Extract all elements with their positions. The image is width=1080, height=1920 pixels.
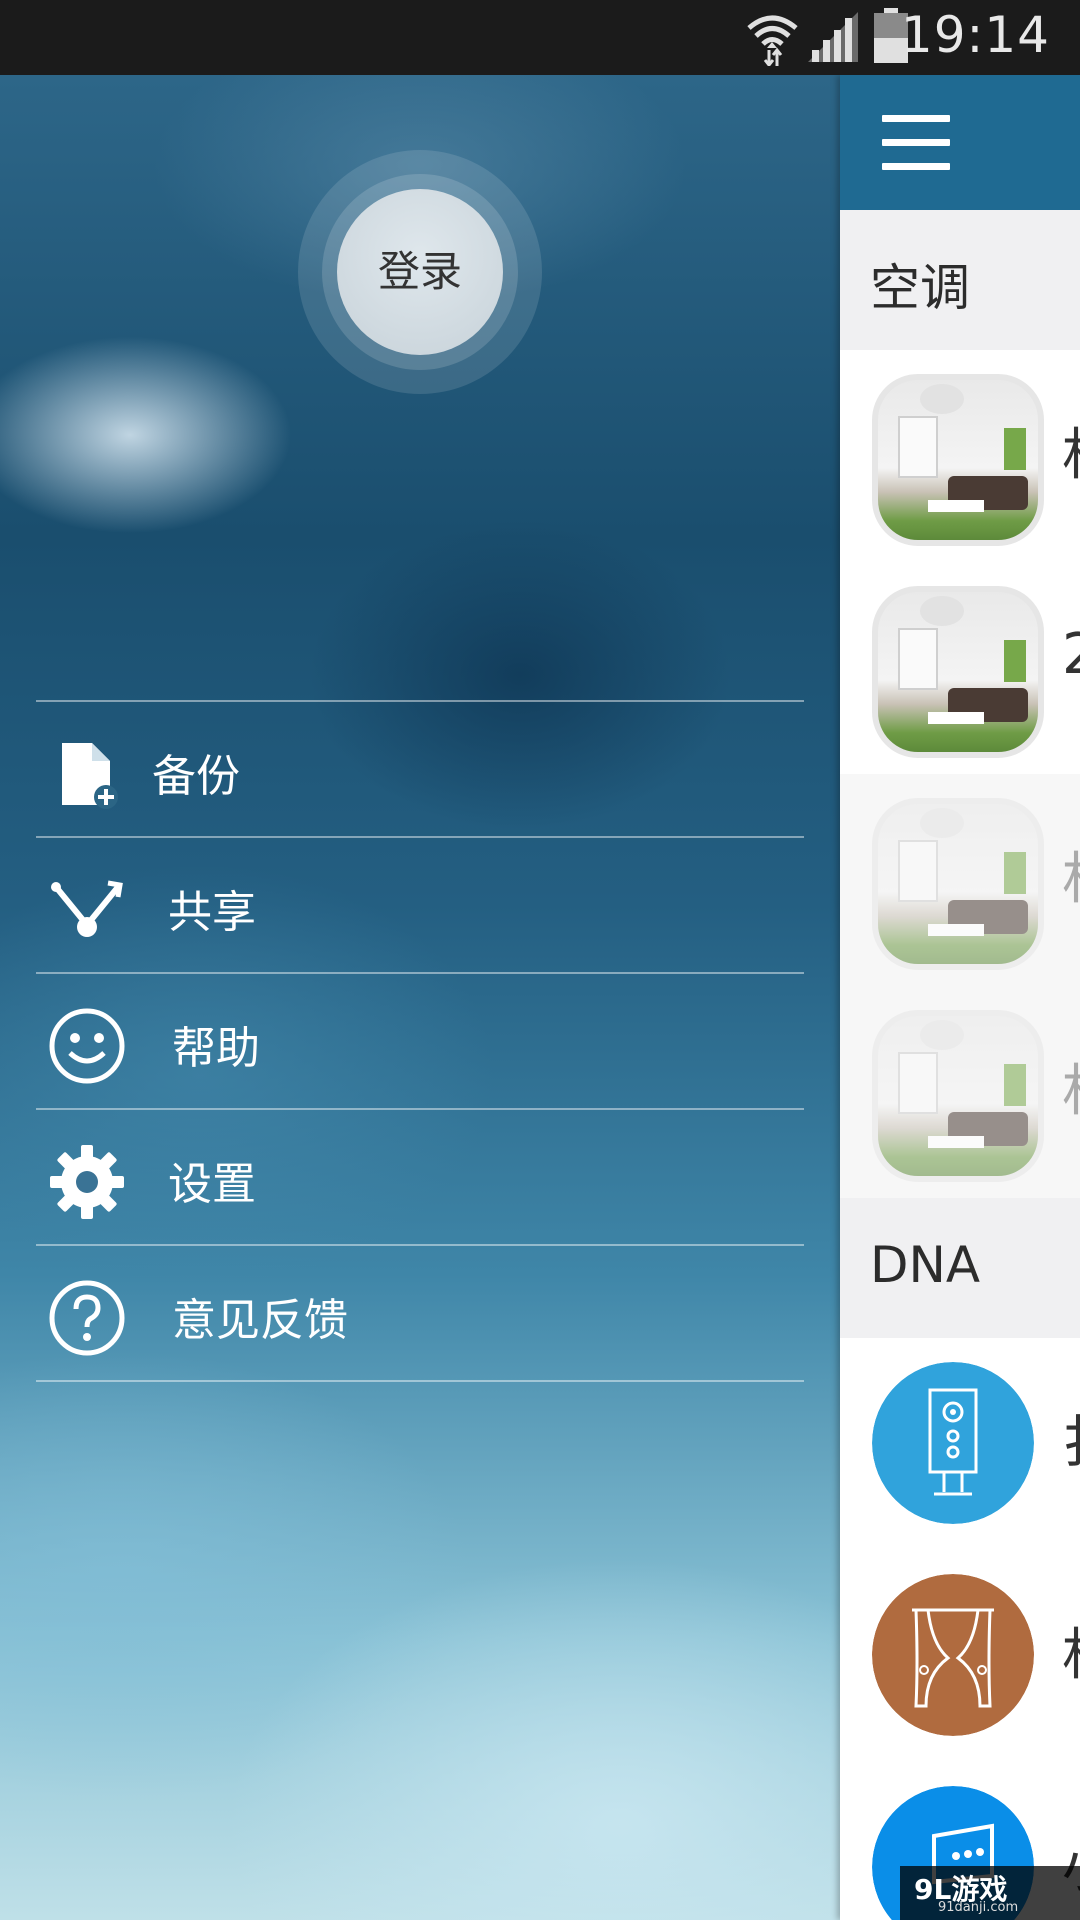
device-row[interactable]: 相	[840, 350, 1080, 564]
device-name-partial: 相	[1062, 1610, 1080, 1691]
room-thumbnail	[872, 586, 1044, 758]
room-thumbnail	[872, 1010, 1044, 1182]
smiley-icon	[49, 1008, 125, 1084]
section-header-dna: DNA	[840, 1198, 1080, 1339]
device-row-offline[interactable]: 相	[840, 774, 1080, 988]
navigation-drawer: 登录 备份 共享 帮助 设置 意见反馈	[0, 75, 840, 1920]
wifi-icon	[747, 15, 798, 66]
section-header-aircon: 空调	[840, 210, 1080, 351]
watermark: 9L游戏 91danji.com	[900, 1866, 1080, 1920]
status-bar: 19:14	[0, 0, 1080, 75]
device-list-panel: 空调 相 2 相 相 DNA	[840, 75, 1080, 1920]
menu-item-feedback[interactable]: 意见反馈	[36, 1246, 804, 1382]
section-title: DNA	[870, 1236, 981, 1294]
menu-label-share: 共享	[168, 887, 256, 938]
device-name-partial: 扌	[1062, 1398, 1080, 1479]
drawer-menu: 备份 共享 帮助 设置 意见反馈	[36, 700, 804, 1382]
device-row[interactable]: 相	[840, 1550, 1080, 1764]
menu-label-backup: 备份	[152, 751, 240, 802]
hamburger-menu-icon[interactable]	[882, 115, 950, 171]
watermark-url: 91danji.com	[938, 1900, 1019, 1915]
menu-label-feedback: 意见反馈	[172, 1295, 348, 1346]
device-name-partial: 2	[1062, 622, 1080, 687]
gear-icon	[50, 1145, 124, 1219]
device-row[interactable]: 2	[840, 562, 1080, 776]
device-row[interactable]: 扌	[840, 1338, 1080, 1552]
device-name-partial: 相	[1062, 410, 1080, 491]
menu-item-backup[interactable]: 备份	[36, 702, 804, 838]
login-button[interactable]: 登录	[337, 189, 503, 355]
menu-label-settings: 设置	[168, 1159, 256, 1210]
menu-item-settings[interactable]: 设置	[36, 1110, 804, 1246]
backup-file-icon	[62, 743, 118, 809]
room-thumbnail	[872, 374, 1044, 546]
question-mark-icon	[49, 1280, 125, 1356]
menu-label-help: 帮助	[172, 1023, 260, 1074]
device-name-partial: 相	[1062, 1046, 1080, 1127]
app-screen: 19:14 登录 备份 共享 帮助 设置 意见反馈 空调 2 DNA 9L游戏 …	[0, 0, 1080, 1920]
room-thumbnail	[872, 798, 1044, 970]
section-title: 空调	[870, 259, 970, 317]
cellular-signal-icon	[808, 12, 858, 62]
curtain-device-icon	[872, 1574, 1034, 1736]
top-app-bar	[840, 75, 1080, 210]
device-row-offline[interactable]: 相	[840, 986, 1080, 1200]
speaker-device-icon	[872, 1362, 1034, 1524]
share-icon	[51, 880, 123, 937]
menu-item-share[interactable]: 共享	[36, 838, 804, 974]
menu-item-help[interactable]: 帮助	[36, 974, 804, 1110]
status-time: 19:14	[900, 6, 1050, 64]
device-name-partial: 相	[1062, 834, 1080, 915]
